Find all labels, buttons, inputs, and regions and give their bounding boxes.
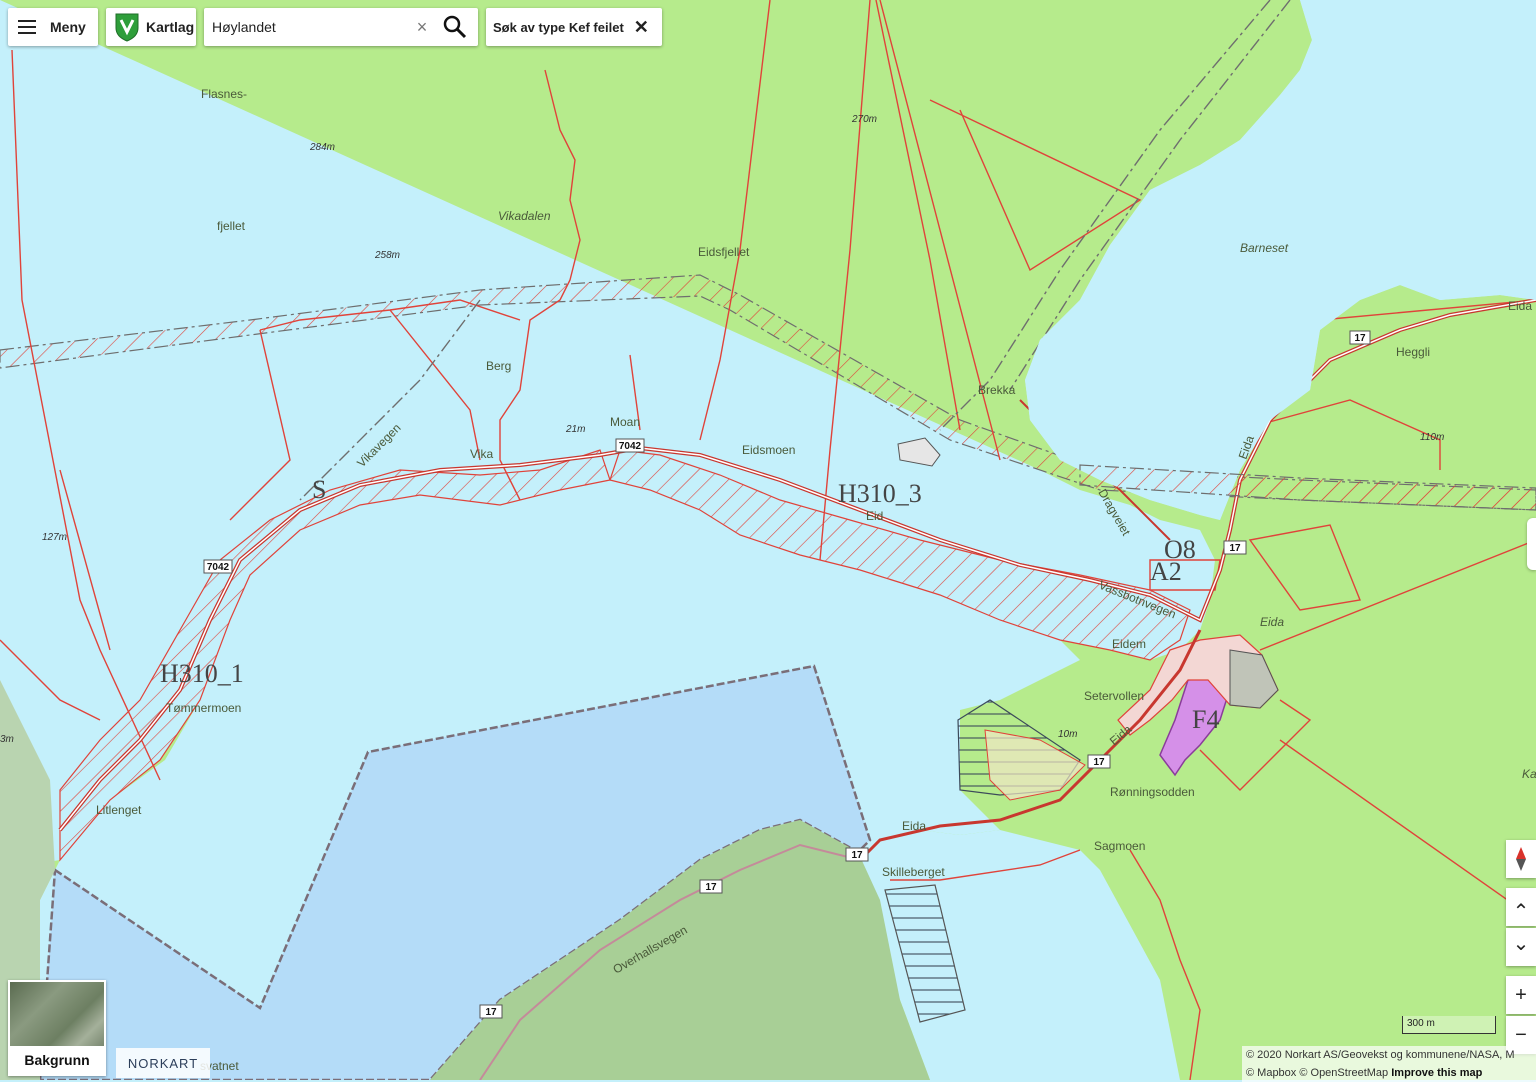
road-shield-17-d: 17 (845, 847, 869, 862)
place-eidsfjellet: Eidsfjellet (698, 245, 750, 259)
place-setervollen: Setervollen (1084, 689, 1144, 703)
place-tommermoen: Tømmermoen (166, 701, 241, 715)
search-box: × (204, 8, 478, 46)
place-ka: Ka (1522, 767, 1536, 781)
elevation-10: 10m (1058, 729, 1077, 740)
elevation-258: 258m (374, 250, 400, 261)
zone-label-f4: F4 (1192, 705, 1219, 734)
svg-text:17: 17 (1093, 757, 1105, 768)
place-litlenget: Litlenget (96, 803, 142, 817)
zone-label-h310-3: H310_3 (838, 479, 922, 508)
municipality-shield-icon (115, 13, 139, 42)
road-shield-17-e: 17 (699, 879, 723, 894)
norkart-logo: NORKART (116, 1048, 210, 1078)
menu-button[interactable]: Meny (8, 8, 98, 46)
place-eidem: Eidem (1112, 637, 1146, 651)
hamburger-icon (18, 20, 36, 34)
compass-icon (1516, 847, 1526, 871)
plus-icon: + (1515, 983, 1527, 1006)
place-ronningsodden: Rønningsodden (1110, 785, 1195, 799)
place-vikadalen: Vikadalen (498, 209, 551, 223)
zoom-in-button[interactable]: + (1506, 976, 1536, 1014)
svg-text:17: 17 (485, 1007, 497, 1018)
zone-label-a2: A2 (1150, 557, 1182, 586)
attribution-line-2: © Mapbox © OpenStreetMap Improve this ma… (1246, 1064, 1536, 1082)
place-sagmoen: Sagmoen (1094, 839, 1145, 853)
place-eida-1: Eida (1508, 299, 1532, 313)
menu-label: Meny (50, 19, 86, 35)
layers-button[interactable]: Kartlag (106, 8, 196, 46)
svg-text:7042: 7042 (207, 562, 230, 573)
place-vika: Vika (470, 447, 493, 461)
map-canvas[interactable]: Flasnes- fjellet Vikadalen Eidsfjellet B… (0, 0, 1536, 1080)
place-barneset: Barneset (1240, 241, 1289, 255)
scale-bar: 300 m (1402, 1016, 1496, 1034)
scale-label: 300 m (1407, 1018, 1435, 1029)
clear-search-icon[interactable]: × (412, 17, 432, 38)
chevron-up-icon: ⌃ (1512, 900, 1530, 923)
search-input[interactable] (210, 18, 404, 36)
attribution-line-2-text: © Mapbox © OpenStreetMap (1246, 1067, 1392, 1079)
road-shield-17-b: 17 (1223, 540, 1247, 555)
attribution: © 2020 Norkart AS/Geovekst og kommunene/… (1242, 1046, 1536, 1082)
place-eid: Eid (866, 509, 883, 523)
basemap-label: Bakgrunn (10, 1046, 104, 1074)
tilt-up-button[interactable]: ⌃ (1506, 888, 1536, 926)
close-icon[interactable]: ✕ (634, 17, 649, 38)
place-eida-5: Eida (902, 819, 926, 833)
attribution-line-1: © 2020 Norkart AS/Geovekst og kommunene/… (1246, 1049, 1515, 1061)
minus-icon: − (1515, 1023, 1527, 1046)
place-heggli: Heggli (1396, 345, 1430, 359)
road-shield-17-f: 17 (479, 1004, 503, 1019)
zone-label-h310-1: H310_1 (160, 659, 244, 688)
search-error-chip: Søk av type Kef feilet ✕ (486, 8, 662, 46)
chevron-down-icon: ⌄ (1512, 932, 1530, 955)
place-fjellet: fjellet (217, 219, 246, 233)
elevation-270: 270m (851, 114, 877, 125)
elevation-127: 127m (42, 532, 67, 543)
road-shield-17-c: 17 (1087, 754, 1111, 769)
improve-map-link[interactable]: Improve this map (1391, 1067, 1482, 1079)
road-shield-17-a: 17 (1349, 330, 1371, 345)
svg-text:17: 17 (1229, 543, 1241, 554)
search-icon[interactable] (442, 14, 468, 40)
svg-text:17: 17 (851, 850, 863, 861)
tilt-down-button[interactable]: ⌄ (1506, 928, 1536, 966)
elevation-110: 110m (1420, 432, 1444, 443)
svg-text:17: 17 (705, 882, 717, 893)
place-eida-3: Eida (1260, 615, 1284, 629)
svg-text:17: 17 (1354, 333, 1366, 344)
search-error-label: Søk av type Kef feilet (493, 19, 624, 35)
place-eidsmoen: Eidsmoen (742, 443, 795, 457)
elevation-21: 21m (565, 424, 585, 435)
zone-label-s: S (312, 475, 326, 504)
elevation-3: 3m (0, 734, 14, 745)
elevation-284: 284m (309, 142, 335, 153)
place-skilleberget: Skilleberget (882, 865, 945, 879)
place-berg: Berg (486, 359, 511, 373)
place-brekka: Brekka (978, 383, 1016, 397)
compass-button[interactable] (1506, 840, 1536, 878)
road-shield-7042-a: 7042 (203, 559, 233, 574)
place-flasnes: Flasnes- (201, 87, 247, 101)
layers-label: Kartlag (146, 19, 195, 35)
side-panel-handle[interactable] (1527, 518, 1536, 570)
place-moan: Moan (610, 415, 640, 429)
basemap-toggle[interactable]: Bakgrunn (8, 980, 106, 1076)
road-shield-7042-b: 7042 (615, 438, 645, 453)
svg-text:7042: 7042 (619, 441, 642, 452)
